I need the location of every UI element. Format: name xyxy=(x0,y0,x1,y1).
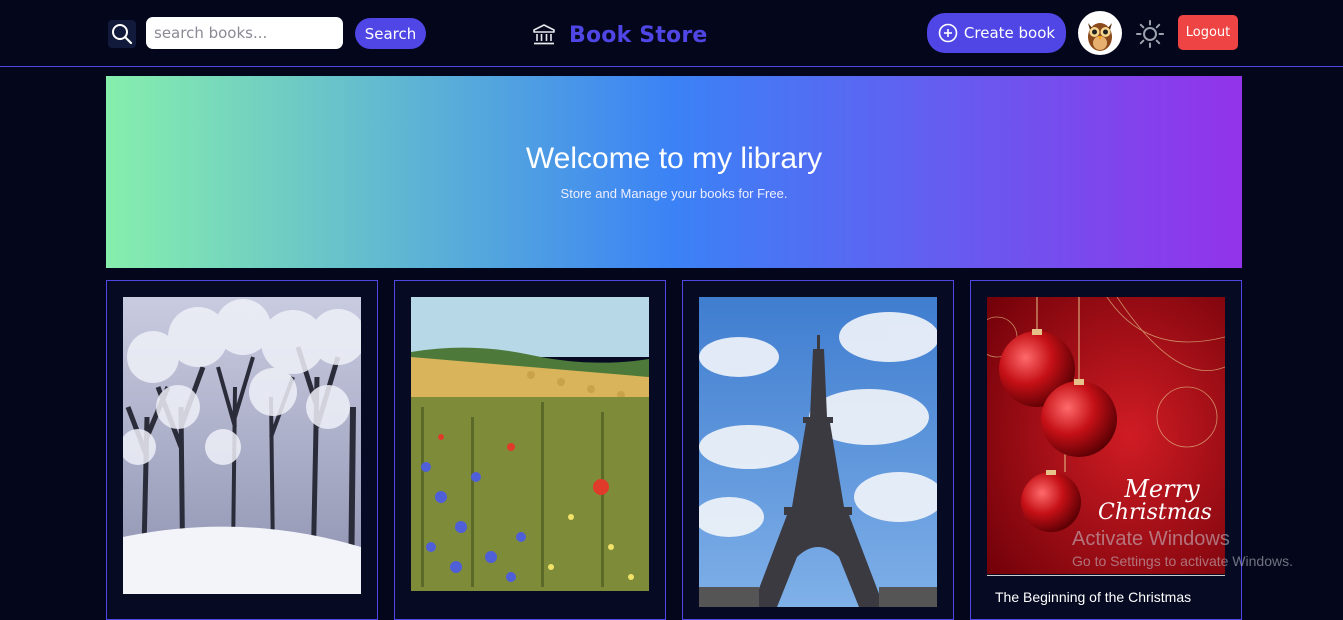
search-input[interactable] xyxy=(146,17,343,49)
navbar: Search Book Store Create book xyxy=(0,0,1343,67)
library-icon xyxy=(533,24,555,45)
hero-subtitle: Store and Manage your books for Free. xyxy=(560,186,788,201)
theme-toggle-sun-icon[interactable] xyxy=(1134,18,1166,50)
hero-banner: Welcome to my library Store and Manage y… xyxy=(106,76,1242,268)
hero-title: Welcome to my library xyxy=(525,142,823,175)
brand-title: Book Store xyxy=(569,22,708,48)
book-card[interactable] xyxy=(106,280,378,620)
book-card[interactable] xyxy=(394,280,666,620)
card-divider xyxy=(987,575,1225,576)
book-card[interactable] xyxy=(682,280,954,620)
avatar[interactable] xyxy=(1078,11,1122,55)
create-book-button[interactable]: Create book xyxy=(927,13,1066,53)
brand[interactable]: Book Store xyxy=(532,20,708,50)
book-title[interactable]: The Beginning of the Christmas xyxy=(995,589,1225,605)
book-cover-eiffel-tower[interactable] xyxy=(699,297,937,607)
plus-circle-icon xyxy=(938,23,958,43)
svg-text:Christmas: Christmas xyxy=(1098,500,1212,525)
logout-button[interactable]: Logout xyxy=(1178,15,1238,50)
book-cover-wildflower-field[interactable] xyxy=(411,297,649,591)
search-icon[interactable] xyxy=(108,20,136,48)
create-book-label: Create book xyxy=(963,24,1056,42)
book-card[interactable]: Merry Christmas The Beginning of the Chr… xyxy=(970,280,1242,620)
book-cover-snowy-forest[interactable] xyxy=(123,297,361,594)
search-button[interactable]: Search xyxy=(355,18,426,49)
book-cover-christmas-ornaments[interactable]: Merry Christmas xyxy=(987,297,1225,574)
christmas-cover-text: Merry xyxy=(1123,475,1200,503)
